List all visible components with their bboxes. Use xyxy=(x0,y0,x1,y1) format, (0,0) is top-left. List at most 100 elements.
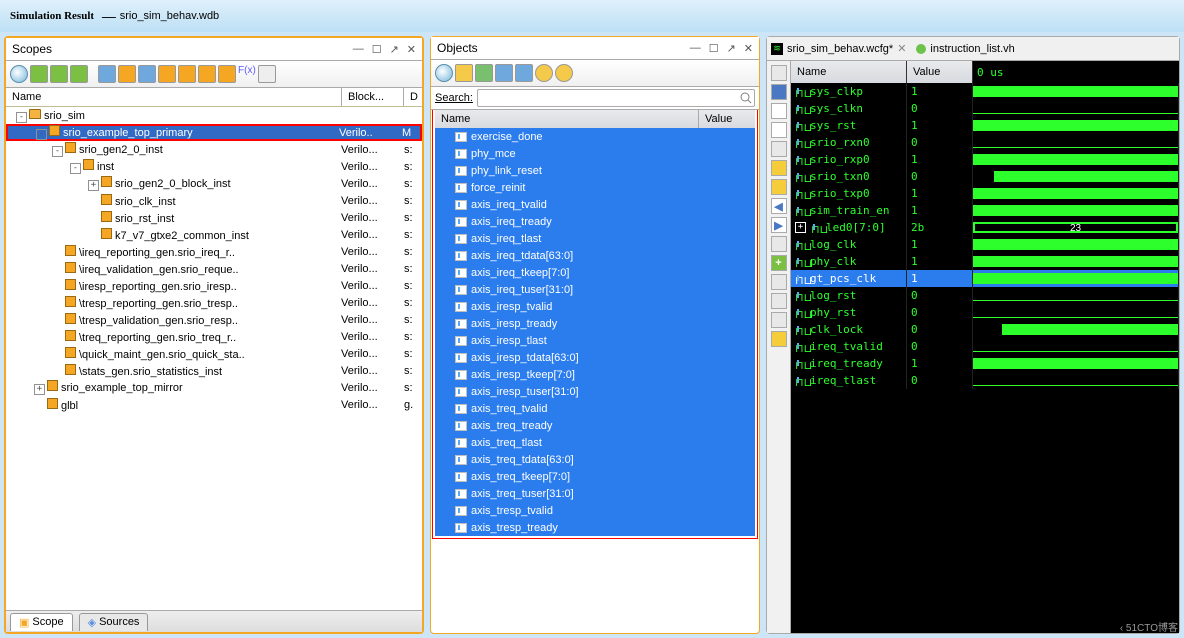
objects-list[interactable]: exercise_donephy_mcephy_link_resetforce_… xyxy=(435,128,755,536)
obj-filter3-icon[interactable] xyxy=(495,64,513,82)
tool-collapse-icon[interactable] xyxy=(70,65,88,83)
object-row[interactable]: phy_mce xyxy=(435,145,755,162)
scope-row[interactable]: glblVerilo...g. xyxy=(6,396,422,413)
object-row[interactable]: axis_iresp_tuser[31:0] xyxy=(435,383,755,400)
object-row[interactable]: axis_tresp_tvalid xyxy=(435,502,755,519)
wave-tool-next[interactable]: ▶ xyxy=(771,217,787,233)
wave-signal-name[interactable]: ⊓⊔srio_rxp0 xyxy=(791,151,907,168)
object-row[interactable]: axis_treq_tvalid xyxy=(435,400,755,417)
scope-row[interactable]: srio_rst_instVerilo...s: xyxy=(6,209,422,226)
wave-signal-plot[interactable] xyxy=(973,151,1179,168)
restore-icon[interactable]: ☐ xyxy=(372,43,382,56)
scope-row[interactable]: -srio_sim xyxy=(6,107,422,124)
scopes-col-d[interactable]: D xyxy=(404,88,422,106)
object-row[interactable]: axis_treq_tuser[31:0] xyxy=(435,485,755,502)
tab-scope[interactable]: ▣Scope xyxy=(10,613,73,631)
tab-sources[interactable]: ◈Sources xyxy=(79,613,149,631)
wave-tool-1[interactable] xyxy=(771,65,787,81)
wave-signal-plot[interactable] xyxy=(973,168,1179,185)
wave-signal-plot[interactable]: 23 xyxy=(973,219,1179,236)
scope-row[interactable]: \quick_maint_gen.srio_quick_sta..Verilo.… xyxy=(6,345,422,362)
tool-process-icon[interactable] xyxy=(158,65,176,83)
scope-row[interactable]: \ireq_reporting_gen.srio_ireq_r..Verilo.… xyxy=(6,243,422,260)
object-row[interactable]: axis_ireq_tready xyxy=(435,213,755,230)
expand-icon[interactable]: - xyxy=(36,129,47,140)
tool-group-icon[interactable] xyxy=(50,65,68,83)
obj-filter1-icon[interactable] xyxy=(455,64,473,82)
scopes-col-block[interactable]: Block... xyxy=(342,88,404,106)
scope-row[interactable]: \tresp_reporting_gen.srio_tresp..Verilo.… xyxy=(6,294,422,311)
scope-row[interactable]: \tresp_validation_gen.srio_resp..Verilo.… xyxy=(6,311,422,328)
wave-tab1-close-icon[interactable]: ✕ xyxy=(897,42,906,55)
wave-signal-plot[interactable] xyxy=(973,83,1179,100)
object-row[interactable]: force_reinit xyxy=(435,179,755,196)
object-row[interactable]: phy_link_reset xyxy=(435,162,755,179)
wave-tool-home[interactable] xyxy=(771,160,787,176)
wave-signal-name[interactable]: ⊓⊔sys_rst xyxy=(791,117,907,134)
wave-signal-name[interactable]: ⊓⊔srio_rxn0 xyxy=(791,134,907,151)
obj-restore-icon[interactable]: ☐ xyxy=(709,42,719,55)
object-row[interactable]: axis_ireq_tlast xyxy=(435,230,755,247)
object-row[interactable]: axis_ireq_tkeep[7:0] xyxy=(435,264,755,281)
wave-tool-zoom[interactable] xyxy=(771,103,787,119)
obj-filter2-icon[interactable] xyxy=(475,64,493,82)
wave-signal-plot[interactable] xyxy=(973,270,1179,287)
obj-filter5-icon[interactable] xyxy=(535,64,553,82)
object-row[interactable]: axis_ireq_tuser[31:0] xyxy=(435,281,755,298)
wave-tool-prev[interactable]: ◀ xyxy=(771,198,787,214)
object-row[interactable]: axis_iresp_tvalid xyxy=(435,298,755,315)
object-row[interactable]: axis_iresp_tkeep[7:0] xyxy=(435,366,755,383)
wave-tool-zoomout[interactable] xyxy=(771,122,787,138)
object-row[interactable]: axis_iresp_tlast xyxy=(435,332,755,349)
scope-row[interactable]: \iresp_reporting_gen.srio_iresp..Verilo.… xyxy=(6,277,422,294)
wave-tool-add[interactable]: + xyxy=(771,255,787,271)
obj-search-icon[interactable] xyxy=(435,64,453,82)
wave-signal-plot[interactable] xyxy=(973,355,1179,372)
scope-row[interactable]: \treq_reporting_gen.srio_treq_r..Verilo.… xyxy=(6,328,422,345)
wave-signal-name[interactable]: ⊓⊔ireq_tready xyxy=(791,355,907,372)
scope-row[interactable]: k7_v7_gtxe2_common_instVerilo...s: xyxy=(6,226,422,243)
objects-search-input[interactable] xyxy=(477,89,755,107)
wave-signal-name[interactable]: ⊓⊔srio_txp0 xyxy=(791,185,907,202)
scope-row[interactable]: srio_clk_instVerilo...s: xyxy=(6,192,422,209)
object-row[interactable]: axis_iresp_tready xyxy=(435,315,755,332)
wave-signal-name[interactable]: ⊓⊔log_clk xyxy=(791,236,907,253)
wave-signal-name[interactable]: ⊓⊔log_rst xyxy=(791,287,907,304)
wave-tool-del[interactable] xyxy=(771,274,787,290)
expand-icon[interactable]: - xyxy=(16,112,27,123)
object-row[interactable]: axis_treq_tdata[63:0] xyxy=(435,451,755,468)
tool-misc-icon[interactable] xyxy=(258,65,276,83)
wave-tool-cursor[interactable] xyxy=(771,331,787,347)
tool-module-icon[interactable] xyxy=(118,65,136,83)
object-row[interactable]: axis_treq_tkeep[7:0] xyxy=(435,468,755,485)
expand-icon[interactable]: + xyxy=(34,384,45,395)
wave-tool-marker[interactable] xyxy=(771,236,787,252)
expand-icon[interactable]: + xyxy=(88,180,99,191)
object-row[interactable]: axis_iresp_tdata[63:0] xyxy=(435,349,755,366)
obj-close-icon[interactable]: ✕ xyxy=(744,42,753,55)
scopes-tree[interactable]: -srio_sim-srio_example_top_primaryVerilo… xyxy=(6,107,422,610)
wave-signal-plot[interactable] xyxy=(973,372,1179,389)
scope-row[interactable]: -srio_example_top_primaryVerilo..M xyxy=(6,124,422,141)
scope-row[interactable]: +srio_gen2_0_block_instVerilo...s: xyxy=(6,175,422,192)
object-row[interactable]: exercise_done xyxy=(435,128,755,145)
tool-block-icon[interactable] xyxy=(98,65,116,83)
wave-signal-plot[interactable] xyxy=(973,236,1179,253)
minimize-icon[interactable]: — xyxy=(353,43,364,56)
obj-filter6-icon[interactable] xyxy=(555,64,573,82)
object-row[interactable]: axis_ireq_tvalid xyxy=(435,196,755,213)
scope-row[interactable]: \stats_gen.srio_statistics_instVerilo...… xyxy=(6,362,422,379)
wave-signal-name[interactable]: ⊓⊔srio_txn0 xyxy=(791,168,907,185)
wave-signal-name[interactable]: ⊓⊔phy_clk xyxy=(791,253,907,270)
scopes-col-name[interactable]: Name xyxy=(6,88,342,106)
tool-package-icon[interactable] xyxy=(178,65,196,83)
wave-signal-name[interactable]: ⊓⊔gt_pcs_clk xyxy=(791,270,907,287)
wave-tab-instr[interactable]: instruction_list.vh xyxy=(916,43,1014,55)
wave-signal-name[interactable]: ⊓⊔phy_rst xyxy=(791,304,907,321)
fx-icon[interactable]: F(x) xyxy=(238,65,256,83)
wave-tab-wcfg[interactable]: ≋ srio_sim_behav.wcfg* ✕ xyxy=(771,42,906,55)
wave-signal-name[interactable]: ⊓⊔sys_clkn xyxy=(791,100,907,117)
wave-signal-name[interactable]: ⊓⊔ireq_tlast xyxy=(791,372,907,389)
wave-col-name[interactable]: Name xyxy=(791,61,907,83)
wave-tool-save[interactable] xyxy=(771,84,787,100)
